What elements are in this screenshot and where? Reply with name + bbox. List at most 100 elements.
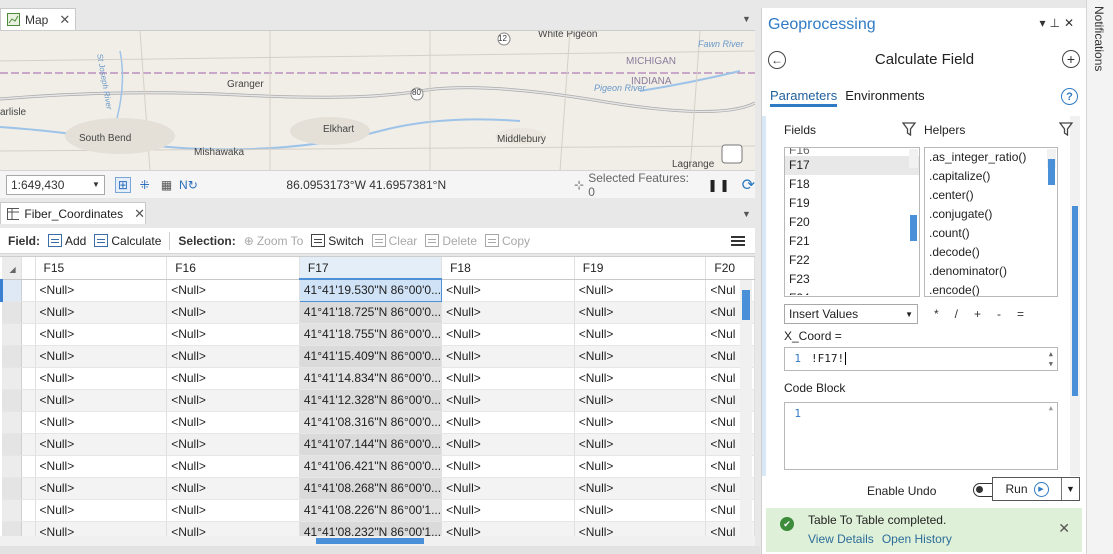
fields-list-item[interactable]: F22 bbox=[785, 251, 919, 270]
expression-editor[interactable]: 1 !F17! ▲ ▼ bbox=[784, 347, 1058, 371]
helpers-list-item[interactable]: .count() bbox=[925, 224, 1057, 243]
code-block-editor[interactable]: 1 ▲ bbox=[784, 402, 1058, 470]
fields-list-item[interactable]: F24 bbox=[785, 289, 919, 295]
close-table-tab-icon[interactable]: ✕ bbox=[134, 206, 145, 222]
zoom-to-button[interactable]: ⊕ Zoom To bbox=[244, 234, 304, 248]
table-cell-f17[interactable]: 41°41'18.755"N 86°00'0... bbox=[299, 323, 443, 346]
table-cell-f16[interactable]: <Null> bbox=[166, 301, 300, 324]
helpers-list-item[interactable]: .decode() bbox=[925, 243, 1057, 262]
table-cell-f18[interactable]: <Null> bbox=[441, 301, 575, 324]
scrollbar-thumb[interactable] bbox=[742, 290, 750, 320]
table-row[interactable]: <Null> <Null> 41°41'07.144"N 86°00'0... <Nu… bbox=[1, 433, 755, 456]
operator-equals-button[interactable]: = bbox=[1017, 307, 1024, 321]
table-cell-f15[interactable]: <Null> bbox=[35, 499, 168, 522]
table-row[interactable]: <Null> <Null> 41°41'14.834"N 86°00'0... <Nu… bbox=[1, 367, 755, 390]
run-main-button[interactable]: Run ▶ bbox=[993, 481, 1061, 497]
table-cell-f17[interactable]: 41°41'15.409"N 86°00'0... bbox=[299, 345, 443, 368]
table-cell-f17[interactable]: 41°41'06.421"N 86°00'0... bbox=[299, 455, 443, 478]
table-row[interactable]: <Null> <Null> 41°41'08.226"N 86°00'1... <Nu… bbox=[1, 499, 755, 522]
row-selector[interactable] bbox=[1, 455, 22, 478]
row-selector[interactable] bbox=[1, 389, 22, 412]
table-options-menu-icon[interactable] bbox=[731, 235, 745, 246]
table-cell-f19[interactable]: <Null> bbox=[574, 433, 707, 456]
table-cell-f16[interactable]: <Null> bbox=[166, 345, 300, 368]
table-cell-f19[interactable]: <Null> bbox=[574, 301, 707, 324]
map-pane-menu-icon[interactable]: ▼ bbox=[742, 14, 751, 24]
table-cell-f15[interactable]: <Null> bbox=[35, 433, 168, 456]
filter-icon[interactable] bbox=[902, 122, 916, 136]
table-row[interactable]: <Null> <Null> 41°41'08.268"N 86°00'0... <Nu… bbox=[1, 477, 755, 500]
table-cell-f16[interactable]: <Null> bbox=[166, 455, 300, 478]
fields-list-scrollbar[interactable] bbox=[909, 149, 918, 241]
add-plus-icon[interactable]: + bbox=[1062, 50, 1080, 68]
calculate-field-button[interactable]: Calculate bbox=[94, 234, 161, 248]
helpers-list-item[interactable]: .encode() bbox=[925, 281, 1057, 296]
table-cell-f17[interactable]: 41°41'12.328"N 86°00'0... bbox=[299, 389, 443, 412]
attribute-table-grid[interactable]: ◢ F15 F16 F17 F18 F19 F20 <Null> <Null> 41… bbox=[0, 256, 755, 536]
fields-list-item[interactable]: F23 bbox=[785, 270, 919, 289]
table-row[interactable]: <Null> <Null> 41°41'08.316"N 86°00'0... <Nu… bbox=[1, 411, 755, 434]
fields-list-item[interactable]: F21 bbox=[785, 232, 919, 251]
table-cell-f18[interactable]: <Null> bbox=[441, 477, 575, 500]
row-selector[interactable] bbox=[0, 279, 22, 302]
table-cell-f18[interactable]: <Null> bbox=[441, 279, 575, 302]
row-selector[interactable] bbox=[1, 477, 22, 500]
table-vertical-scrollbar[interactable] bbox=[740, 280, 752, 536]
table-cell-f19[interactable]: <Null> bbox=[574, 477, 707, 500]
helpers-list-item[interactable]: .denominator() bbox=[925, 262, 1057, 281]
run-button[interactable]: Run ▶ ▼ bbox=[992, 477, 1080, 501]
switch-selection-button[interactable]: Switch bbox=[311, 234, 364, 248]
pane-window-controls[interactable]: ▾⊥✕ bbox=[1039, 16, 1078, 30]
table-cell-f17[interactable]: 41°41'08.226"N 86°00'1... bbox=[299, 499, 443, 522]
table-row[interactable]: <Null> <Null> 41°41'18.725"N 86°00'0... <Nu… bbox=[1, 301, 755, 324]
table-cell-f15[interactable]: <Null> bbox=[35, 279, 168, 302]
helpers-list-item[interactable]: .capitalize() bbox=[925, 167, 1057, 186]
table-cell-f18[interactable]: <Null> bbox=[441, 499, 575, 522]
copy-selection-button[interactable]: Copy bbox=[485, 234, 530, 248]
fields-list-item[interactable]: F16 bbox=[785, 148, 919, 156]
row-selector[interactable] bbox=[1, 367, 22, 390]
scrollbar-thumb[interactable] bbox=[1072, 206, 1078, 396]
table-row[interactable]: <Null> <Null> 41°41'15.409"N 86°00'0... <Nu… bbox=[1, 345, 755, 368]
fields-list-item[interactable]: F17 bbox=[785, 156, 919, 175]
table-cell-f19[interactable]: <Null> bbox=[574, 279, 707, 302]
helpers-list-item[interactable]: .as_integer_ratio() bbox=[925, 148, 1057, 167]
table-cell-f18[interactable]: <Null> bbox=[441, 411, 575, 434]
expand-arrow-icon[interactable]: ▲ bbox=[1049, 404, 1053, 412]
table-cell-f19[interactable]: <Null> bbox=[574, 389, 707, 412]
clear-selection-button[interactable]: Clear bbox=[371, 234, 417, 248]
operator-divide-button[interactable]: / bbox=[955, 307, 958, 321]
table-cell-f18[interactable]: <Null> bbox=[441, 367, 575, 390]
table-cell-f15[interactable]: <Null> bbox=[35, 477, 168, 500]
row-selector[interactable] bbox=[1, 323, 22, 346]
column-header-f20[interactable]: F20 bbox=[705, 257, 755, 280]
table-cell-f15[interactable]: <Null> bbox=[35, 521, 168, 536]
row-selector[interactable] bbox=[1, 301, 22, 324]
column-header-f19[interactable]: F19 bbox=[574, 257, 707, 280]
operator-multiply-button[interactable]: * bbox=[934, 307, 939, 321]
back-arrow-icon[interactable]: ← bbox=[768, 51, 786, 69]
table-cell-f16[interactable]: <Null> bbox=[166, 477, 300, 500]
pane-menu-icon[interactable]: ▾ bbox=[1039, 16, 1049, 30]
operator-subtract-button[interactable]: - bbox=[997, 307, 1001, 321]
close-pane-icon[interactable]: ✕ bbox=[1064, 16, 1078, 30]
table-cell-f18[interactable]: <Null> bbox=[441, 323, 575, 346]
grid-snap-icon[interactable]: ⁜ bbox=[137, 177, 153, 193]
scrollbar-thumb[interactable] bbox=[910, 215, 917, 241]
table-cell-f19[interactable]: <Null> bbox=[574, 499, 707, 522]
table-cell-f18[interactable]: <Null> bbox=[441, 389, 575, 412]
fields-list-item[interactable]: F19 bbox=[785, 194, 919, 213]
pin-icon[interactable]: ⊥ bbox=[1049, 16, 1063, 30]
add-field-button[interactable]: Add bbox=[48, 234, 86, 248]
table-cell-f18[interactable]: <Null> bbox=[441, 433, 575, 456]
table-cell-f16[interactable]: <Null> bbox=[166, 323, 300, 346]
column-header-f17[interactable]: F17 bbox=[299, 257, 443, 280]
table-cell-f16[interactable]: <Null> bbox=[166, 521, 300, 536]
delete-selection-button[interactable]: Delete bbox=[425, 234, 477, 248]
expand-arrows-icon[interactable]: ▲ ▼ bbox=[1049, 349, 1053, 369]
table-cell-f17[interactable]: 41°41'08.268"N 86°00'0... bbox=[299, 477, 443, 500]
table-row[interactable]: <Null> <Null> 41°41'18.755"N 86°00'0... <Nu… bbox=[1, 323, 755, 346]
helpers-list-item[interactable]: .conjugate() bbox=[925, 205, 1057, 224]
operator-add-button[interactable]: + bbox=[974, 307, 981, 321]
table-cell-f17[interactable]: 41°41'08.232"N 86°00'1... bbox=[299, 521, 443, 536]
